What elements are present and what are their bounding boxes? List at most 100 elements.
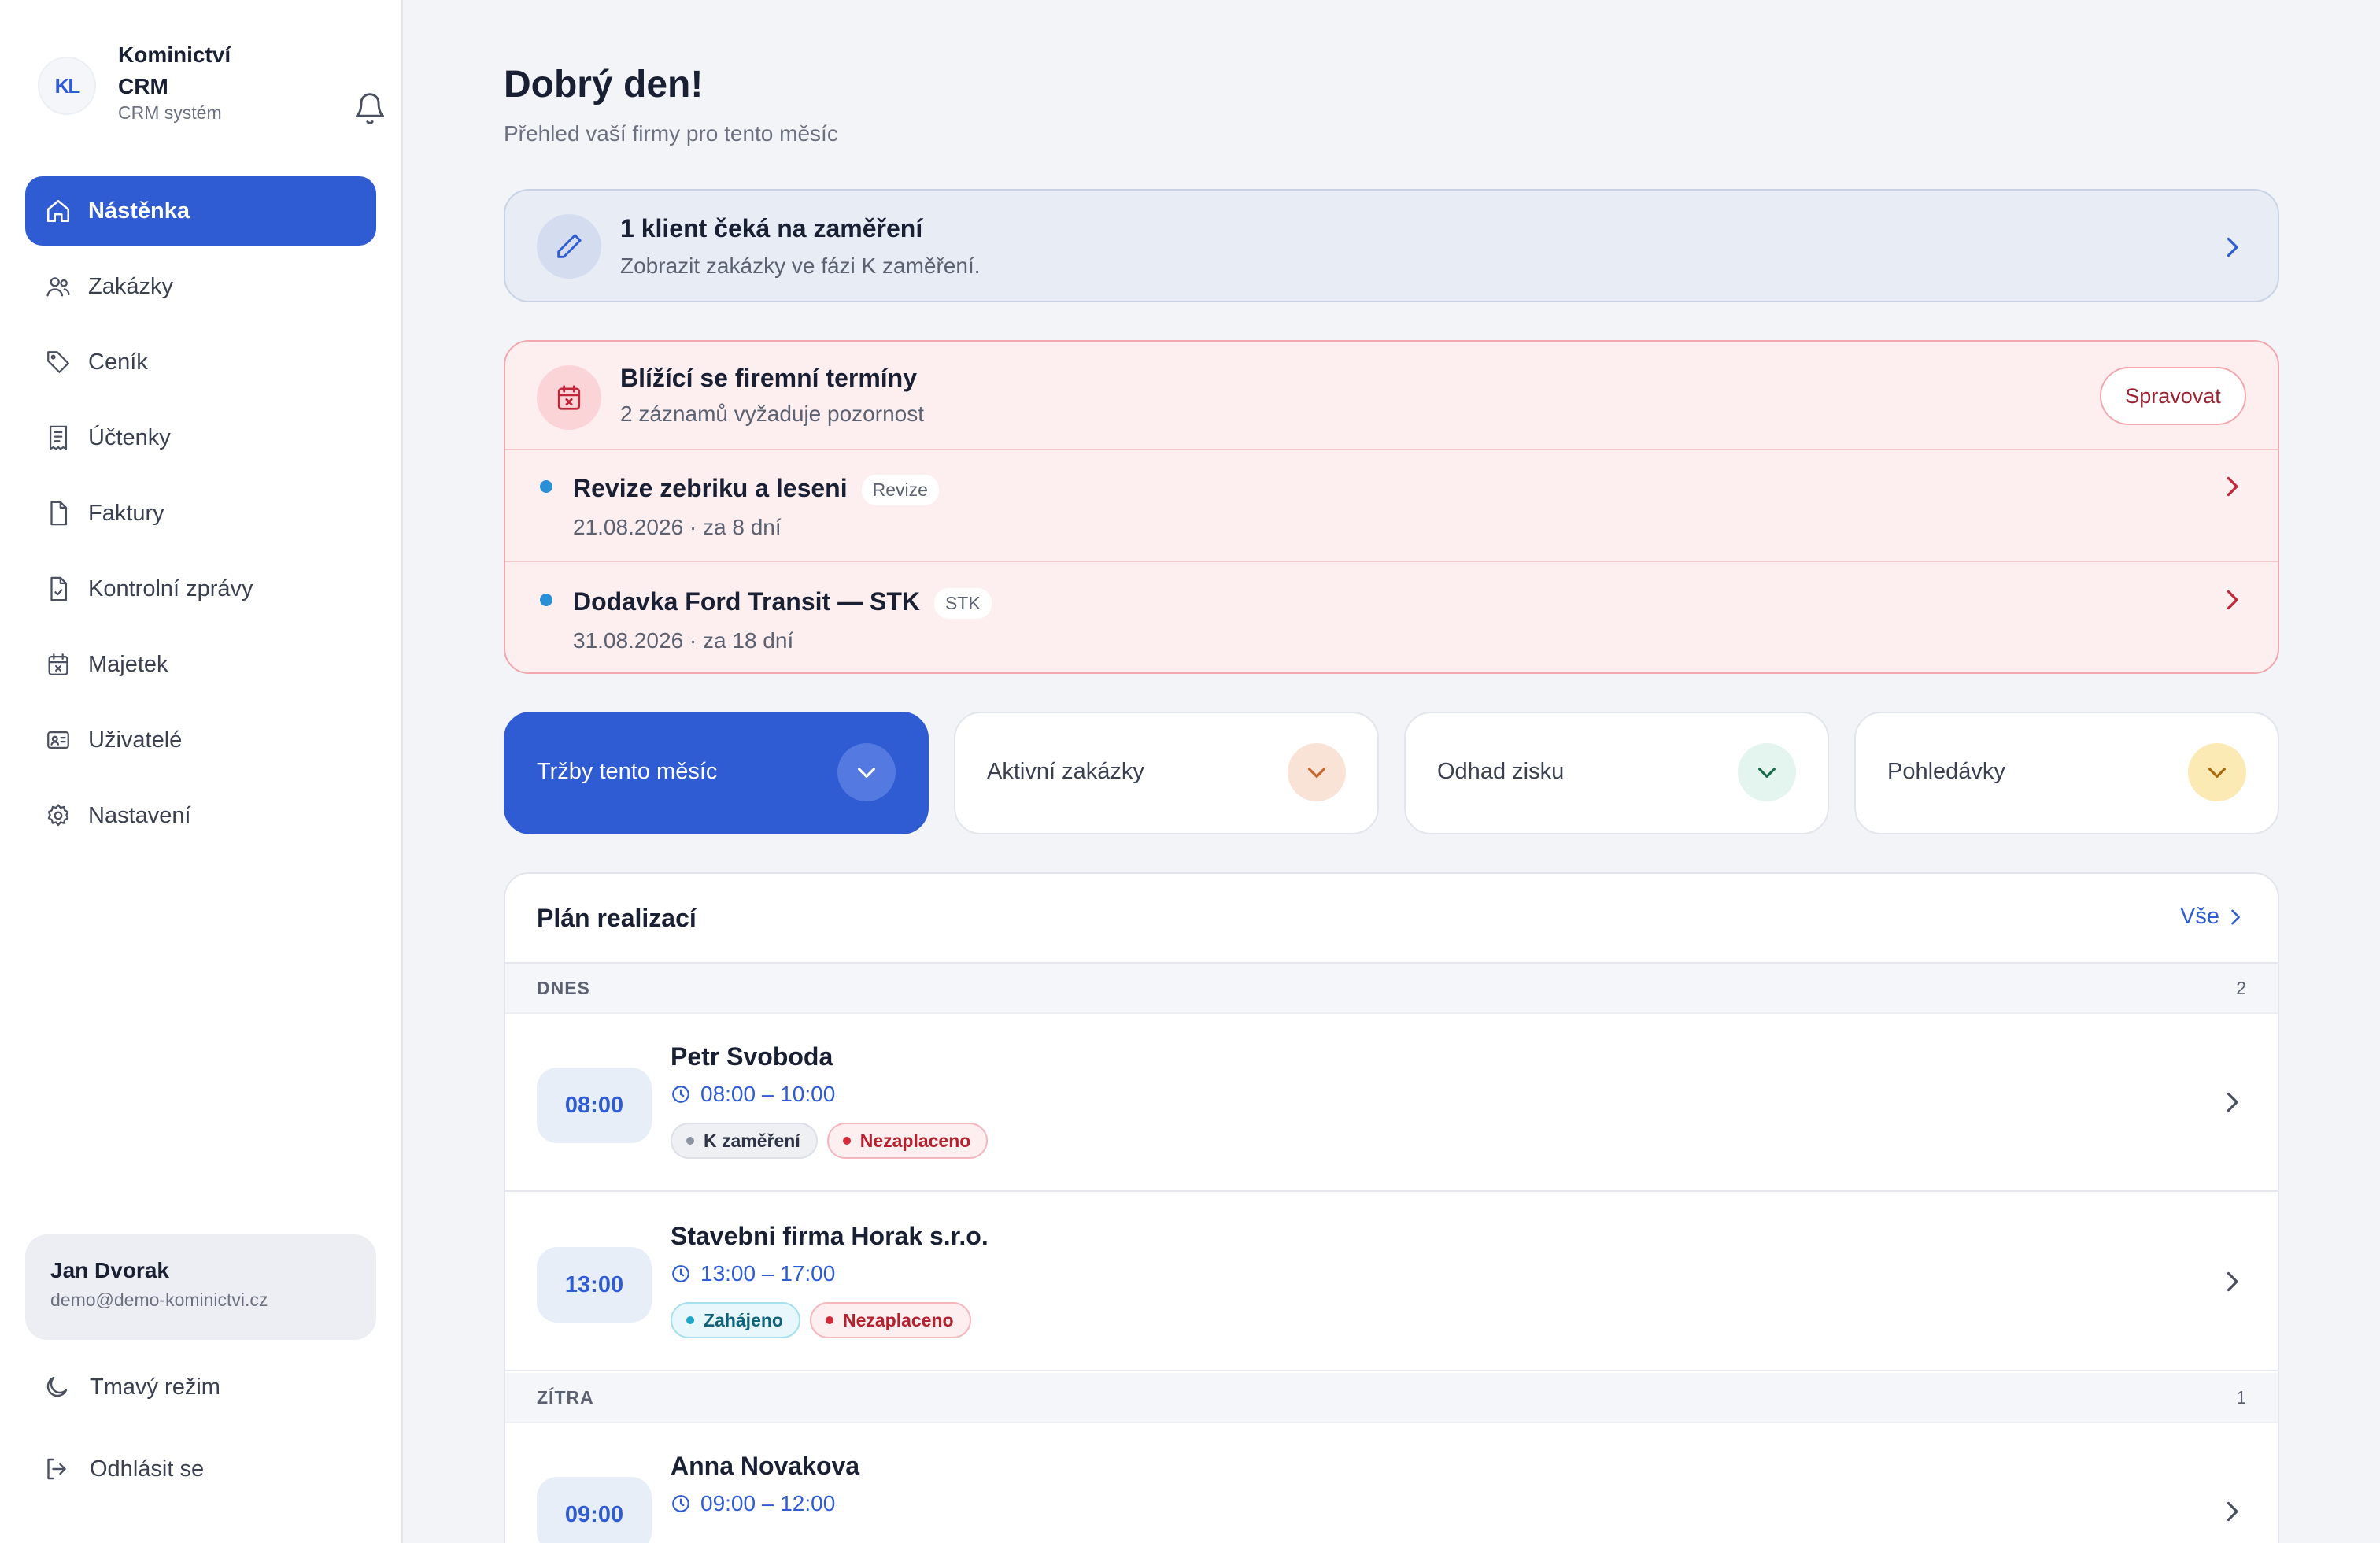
tag-icon: [42, 346, 74, 378]
sidebar-item-label: Zakázky: [88, 273, 173, 299]
logout-button[interactable]: Odhlásit se: [25, 1438, 376, 1500]
status-dot: [540, 480, 552, 493]
time-badge: 08:00: [537, 1068, 652, 1143]
chevron-right-icon: [2218, 1088, 2246, 1116]
pencil-icon: [537, 214, 601, 279]
dark-mode-label: Tmavý režim: [90, 1374, 220, 1400]
users-icon: [42, 271, 74, 302]
job-row[interactable]: 09:00 Anna Novakova 09:00 – 12:00: [505, 1423, 2278, 1543]
job-time-text: 09:00 – 12:00: [700, 1491, 836, 1515]
chevron-down-icon: [837, 743, 896, 801]
home-icon: [42, 195, 74, 227]
job-row[interactable]: 08:00 Petr Svoboda 08:00 – 10:00 K zaměř…: [505, 1014, 2278, 1192]
chevron-right-icon: [2218, 1497, 2246, 1526]
kpi-active-orders[interactable]: Aktivní zakázky: [954, 712, 1379, 834]
deadline-title: Dodavka Ford Transit — STK: [573, 587, 920, 616]
job-tags: K zaměření Nezaplaceno: [671, 1123, 997, 1159]
job-time-text: 08:00 – 10:00: [700, 1082, 836, 1106]
manage-button[interactable]: Spravovat: [2100, 367, 2246, 425]
job-time-range: 13:00 – 17:00: [671, 1261, 835, 1286]
sidebar-item-nastaveni[interactable]: Nastavení: [25, 781, 376, 850]
job-row[interactable]: 13:00 Stavebni firma Horak s.r.o. 13:00 …: [505, 1193, 2278, 1371]
badge-dot: [686, 1316, 694, 1324]
sidebar-item-uctenky[interactable]: Účtenky: [25, 403, 376, 472]
sidebar-item-majetek[interactable]: Majetek: [25, 630, 376, 699]
chevron-right-icon: [2218, 586, 2246, 614]
brand-name: Kominictví CRM: [118, 43, 231, 98]
bell-icon[interactable]: [353, 91, 387, 126]
chevron-down-icon: [1738, 743, 1796, 801]
time-badge: 13:00: [537, 1247, 652, 1323]
sidebar-item-cenik[interactable]: Ceník: [25, 327, 376, 397]
job-client: Stavebni firma Horak s.r.o.: [671, 1222, 989, 1250]
deadlines-subtitle: 2 záznamů vyžaduje pozornost: [620, 401, 924, 426]
brand-subtitle: CRM systém: [118, 102, 222, 123]
clock-icon: [672, 1265, 689, 1282]
file-check-icon: [42, 573, 74, 605]
badge-dot: [686, 1137, 694, 1145]
deadline-date: 31.08.2026 · za 18 dní: [573, 628, 794, 653]
chevron-right-icon: [2231, 909, 2240, 924]
sidebar-item-label: Účtenky: [88, 424, 171, 450]
plan-header: Plán realizací Vše: [505, 874, 2278, 964]
deadlines-header: Blížící se firemní termíny 2 záznamů vyž…: [505, 342, 2278, 450]
sidebar-item-faktury[interactable]: Faktury: [25, 479, 376, 548]
kpi-label: Odhad zisku: [1437, 759, 1565, 784]
badge-dot: [842, 1137, 851, 1145]
job-time-range: 09:00 – 12:00: [671, 1491, 835, 1516]
page-title: Dobrý den!: [504, 64, 704, 105]
user-card[interactable]: Jan Dvorak demo@demo-kominictvi.cz: [25, 1234, 376, 1340]
badge-dot: [825, 1316, 833, 1324]
clock-icon: [672, 1086, 689, 1103]
receipt-icon: [42, 422, 74, 453]
sidebar-item-nastenka[interactable]: Nástěnka: [25, 176, 376, 246]
clock-icon: [672, 1495, 689, 1512]
day-label: ZÍTRA: [537, 1387, 594, 1408]
day-group-today: DNES 2: [505, 964, 2278, 1014]
sidebar-item-label: Faktury: [88, 500, 164, 526]
chevron-right-icon: [2218, 233, 2246, 261]
kpi-label: Tržby tento měsíc: [537, 759, 718, 784]
chevron-down-icon: [2188, 743, 2246, 801]
kpi-row: Tržby tento měsíc Aktivní zakázky Odhad …: [504, 712, 2279, 834]
logout-icon: [41, 1453, 72, 1485]
brand-logo: KL: [38, 57, 96, 115]
sidebar-item-label: Ceník: [88, 349, 148, 375]
logout-label: Odhlásit se: [90, 1456, 205, 1482]
sidebar-item-uzivatele[interactable]: Uživatelé: [25, 705, 376, 775]
calendar-x-icon: [537, 365, 601, 430]
deadlines-title: Blížící se firemní termíny: [620, 364, 918, 392]
measurement-notice[interactable]: 1 klient čeká na zaměření Zobrazit zakáz…: [504, 189, 2279, 302]
time-badge: 09:00: [537, 1477, 652, 1543]
badge-label: Nezaplaceno: [842, 1309, 954, 1330]
deadlines-panel: Blížící se firemní termíny 2 záznamů vyž…: [504, 340, 2279, 674]
badge-label: K zaměření: [704, 1130, 800, 1151]
deadline-name: Revize zebriku a leseni Revize: [573, 474, 939, 506]
day-label: DNES: [537, 978, 590, 998]
badge-label: Nezaplaceno: [859, 1130, 971, 1151]
job-time-text: 13:00 – 17:00: [700, 1261, 836, 1286]
chevron-right-icon: [2218, 1267, 2246, 1296]
job-client: Anna Novakova: [671, 1452, 860, 1480]
sidebar-item-kontrolni-zpravy[interactable]: Kontrolní zprávy: [25, 554, 376, 623]
day-count: 2: [2236, 978, 2246, 998]
deadline-tag: Revize: [861, 475, 939, 506]
kpi-revenue[interactable]: Tržby tento měsíc: [504, 712, 929, 834]
view-all-link[interactable]: Vše: [2180, 904, 2246, 930]
deadline-name: Dodavka Ford Transit — STK STK: [573, 587, 992, 620]
deadline-item[interactable]: Dodavka Ford Transit — STK STK 31.08.2026…: [505, 564, 2278, 672]
kpi-receivables[interactable]: Pohledávky: [1854, 712, 2279, 834]
calendar-x-icon: [42, 649, 74, 680]
sidebar-nav: Nástěnka Zakázky Ceník Účtenky Faktury K…: [25, 176, 376, 857]
sidebar: KL Kominictví CRM CRM systém Nástěnka Za…: [0, 0, 403, 1543]
user-name: Jan Dvorak: [50, 1258, 169, 1282]
chevron-down-icon: [1288, 743, 1346, 801]
deadline-item[interactable]: Revize zebriku a leseni Revize 21.08.2026…: [505, 450, 2278, 562]
dark-mode-toggle[interactable]: Tmavý režim: [25, 1356, 376, 1419]
id-card-icon: [42, 724, 74, 756]
badge-label: Zahájeno: [704, 1309, 783, 1330]
realization-plan: Plán realizací Vše DNES 2 08:00 Petr Svo…: [504, 872, 2279, 1543]
sidebar-item-zakazky[interactable]: Zakázky: [25, 252, 376, 321]
kpi-profit-estimate[interactable]: Odhad zisku: [1404, 712, 1829, 834]
moon-icon: [41, 1371, 72, 1403]
